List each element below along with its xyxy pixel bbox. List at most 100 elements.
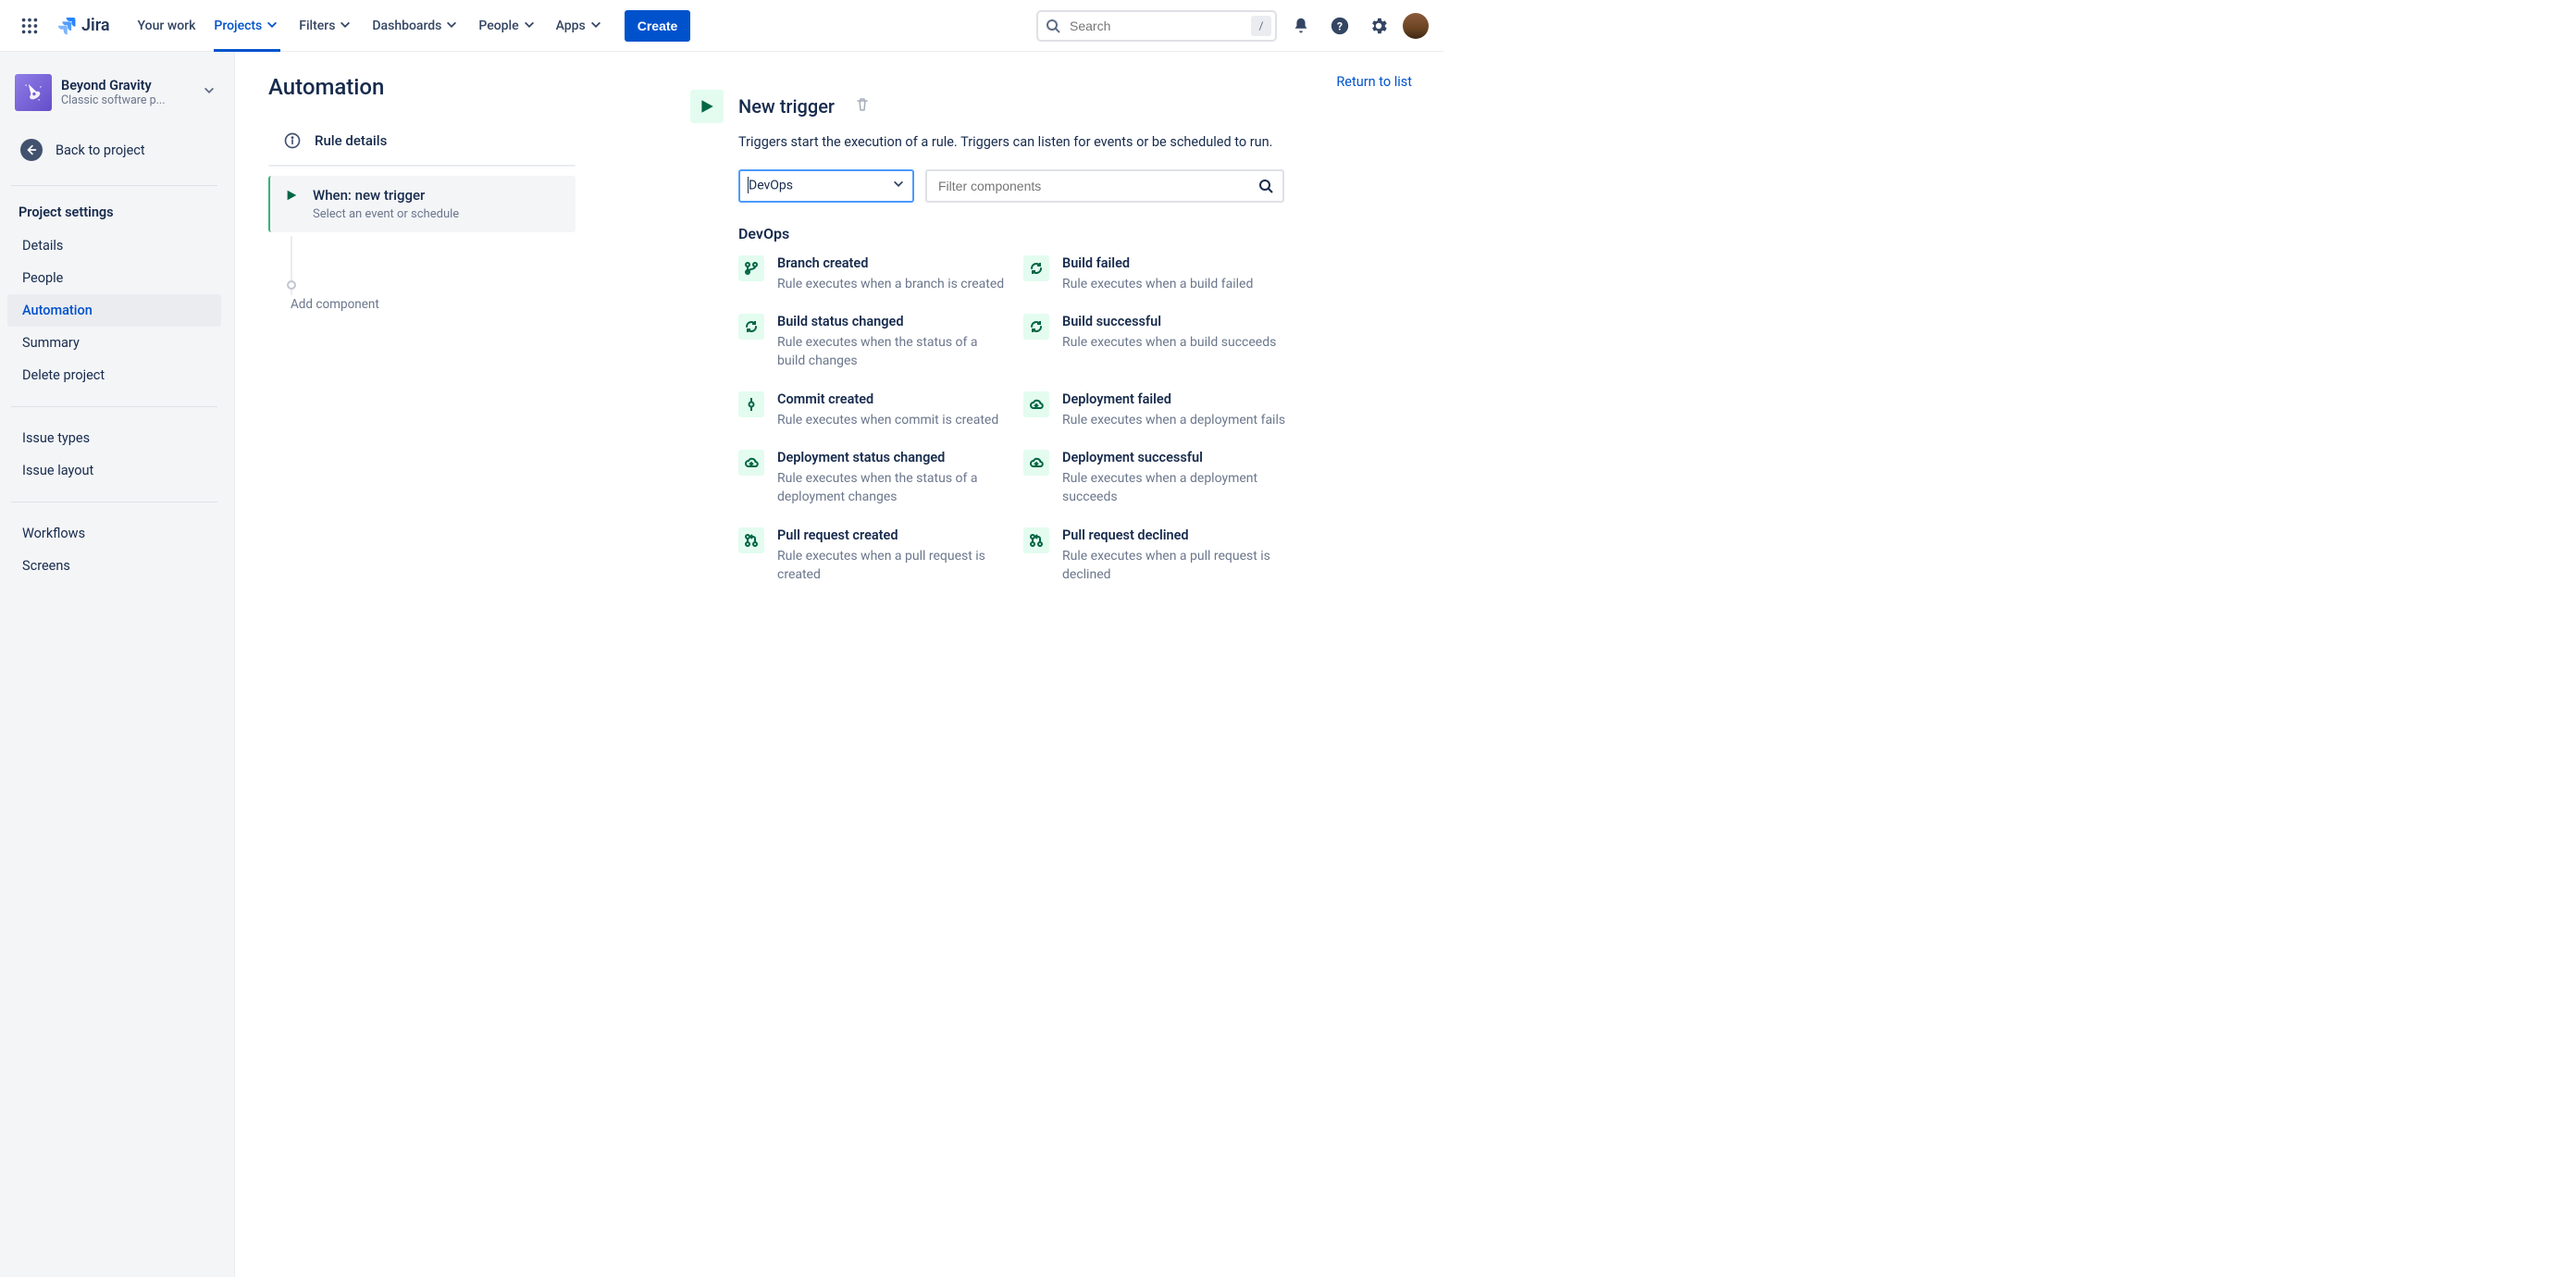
search-field[interactable]: / (1036, 10, 1277, 42)
return-to-list-link[interactable]: Return to list (1336, 74, 1412, 90)
sidebar-item-automation[interactable]: Automation (7, 294, 221, 327)
timeline-end-dot (287, 280, 296, 290)
project-type: Classic software p... (61, 93, 193, 107)
trigger-option-desc: Rule executes when a deployment fails (1062, 411, 1294, 429)
step-subtitle: Select an event or schedule (313, 207, 459, 221)
chevron-down-icon (892, 178, 905, 194)
cycle-icon (1023, 314, 1049, 340)
chevron-down-icon (589, 19, 604, 33)
search-icon (1046, 19, 1060, 33)
trigger-option-name: Deployment failed (1062, 391, 1294, 407)
trigger-option-name: Build successful (1062, 314, 1294, 329)
trigger-option-desc: Rule executes when a pull request is cre… (777, 547, 1009, 585)
chevron-down-icon (266, 19, 280, 33)
trigger-option[interactable]: Build status changed Rule executes when t… (738, 314, 1009, 371)
divider (268, 165, 576, 167)
notifications-icon[interactable] (1286, 11, 1316, 41)
divider (11, 185, 217, 186)
main-content: Automation Rule details When: new trigge… (235, 52, 1443, 1277)
sidebar-item-issue-types[interactable]: Issue types (7, 422, 221, 454)
trigger-option-name: Deployment status changed (777, 450, 1009, 465)
trigger-option[interactable]: Build successful Rule executes when a bui… (1023, 314, 1294, 371)
filter-components-input[interactable] (936, 178, 1258, 194)
trigger-option-desc: Rule executes when a pull request is dec… (1062, 547, 1294, 585)
create-button[interactable]: Create (625, 10, 691, 42)
text-caret (748, 177, 749, 193)
app-switcher-icon[interactable] (15, 11, 44, 41)
rule-step-trigger[interactable]: When: new trigger Select an event or sch… (268, 176, 576, 232)
sidebar-item-summary[interactable]: Summary (7, 327, 221, 359)
svg-text:?: ? (1337, 19, 1343, 32)
trigger-option-name: Pull request created (777, 527, 1009, 543)
sidebar-item-issue-layout[interactable]: Issue layout (7, 454, 221, 487)
filter-components-field[interactable] (925, 169, 1284, 203)
trigger-grid: Branch created Rule executes when a branc… (738, 255, 1294, 584)
cloud-icon (738, 450, 764, 476)
trigger-title: New trigger (738, 95, 835, 118)
trigger-option-name: Pull request declined (1062, 527, 1294, 543)
trigger-option-name: Deployment successful (1062, 450, 1294, 465)
trigger-option-desc: Rule executes when a build failed (1062, 275, 1294, 293)
project-sidebar: Beyond Gravity Classic software p... Bac… (0, 52, 235, 1277)
trigger-section-title: DevOps (738, 225, 1412, 242)
user-avatar[interactable] (1403, 13, 1429, 39)
step-title: When: new trigger (313, 187, 459, 204)
trigger-option[interactable]: Build failed Rule executes when a build f… (1023, 255, 1294, 293)
back-arrow-icon (20, 139, 43, 161)
sidebar-item-screens[interactable]: Screens (7, 550, 221, 582)
delete-trigger-icon[interactable] (855, 97, 870, 116)
category-select-value: DevOps (749, 178, 793, 192)
category-select[interactable]: DevOps (738, 169, 914, 203)
sidebar-item-people[interactable]: People (7, 262, 221, 294)
back-to-project[interactable]: Back to project (4, 130, 225, 170)
trigger-option-desc: Rule executes when a branch is created (777, 275, 1009, 293)
settings-icon[interactable] (1364, 11, 1393, 41)
project-switcher[interactable]: Beyond Gravity Classic software p... (4, 70, 225, 124)
play-icon (285, 189, 298, 221)
trigger-option[interactable]: Pull request created Rule executes when a… (738, 527, 1009, 585)
jira-logo[interactable]: Jira (48, 15, 118, 37)
search-icon (1258, 179, 1273, 193)
nav-apps[interactable]: Apps (547, 0, 613, 52)
trigger-option-name: Build failed (1062, 255, 1294, 271)
pr-icon (1023, 527, 1049, 553)
nav-filters[interactable]: Filters (290, 0, 363, 52)
info-icon (283, 131, 302, 150)
sidebar-item-delete-project[interactable]: Delete project (7, 359, 221, 391)
chevron-down-icon (203, 84, 216, 101)
jira-logo-text: Jira (81, 16, 110, 35)
sidebar-item-workflows[interactable]: Workflows (7, 517, 221, 550)
sidebar-item-details[interactable]: Details (7, 229, 221, 262)
trigger-option-desc: Rule executes when a build succeeds (1062, 333, 1294, 352)
trigger-option-name: Branch created (777, 255, 1009, 271)
trigger-option-name: Commit created (777, 391, 1009, 407)
page-title: Automation (268, 74, 685, 100)
trigger-option-desc: Rule executes when the status of a build… (777, 333, 1009, 371)
trigger-option[interactable]: Deployment status changed Rule executes w… (738, 450, 1009, 507)
trigger-description: Triggers start the execution of a rule. … (738, 132, 1412, 153)
chevron-down-icon (339, 19, 353, 33)
trigger-icon (690, 90, 724, 123)
trigger-option[interactable]: Branch created Rule executes when a branc… (738, 255, 1009, 293)
trigger-option[interactable]: Deployment failed Rule executes when a de… (1023, 391, 1294, 429)
trigger-option[interactable]: Pull request declined Rule executes when … (1023, 527, 1294, 585)
cloud-icon (1023, 391, 1049, 417)
search-input[interactable] (1036, 10, 1277, 42)
search-shortcut-badge: / (1251, 16, 1271, 36)
nav-dashboards[interactable]: Dashboards (363, 0, 469, 52)
nav-projects[interactable]: Projects (204, 0, 290, 52)
trigger-option-desc: Rule executes when the status of a deplo… (777, 469, 1009, 507)
nav-your-work[interactable]: Your work (129, 0, 205, 52)
help-icon[interactable]: ? (1325, 11, 1355, 41)
add-component-link[interactable]: Add component (291, 295, 576, 312)
chevron-down-icon (523, 19, 538, 33)
trigger-option[interactable]: Deployment successfulRule executes when … (1023, 450, 1294, 507)
rule-details-row[interactable]: Rule details (268, 120, 576, 161)
trigger-option-name: Build status changed (777, 314, 1009, 329)
trigger-option-desc: Rule executes when commit is created (777, 411, 1009, 429)
project-avatar-icon (15, 74, 52, 111)
commit-icon (738, 391, 764, 417)
top-nav: Jira Your work Projects Filters Dashboar… (0, 0, 1443, 52)
nav-people[interactable]: People (469, 0, 546, 52)
trigger-option[interactable]: Commit created Rule executes when commit … (738, 391, 1009, 429)
